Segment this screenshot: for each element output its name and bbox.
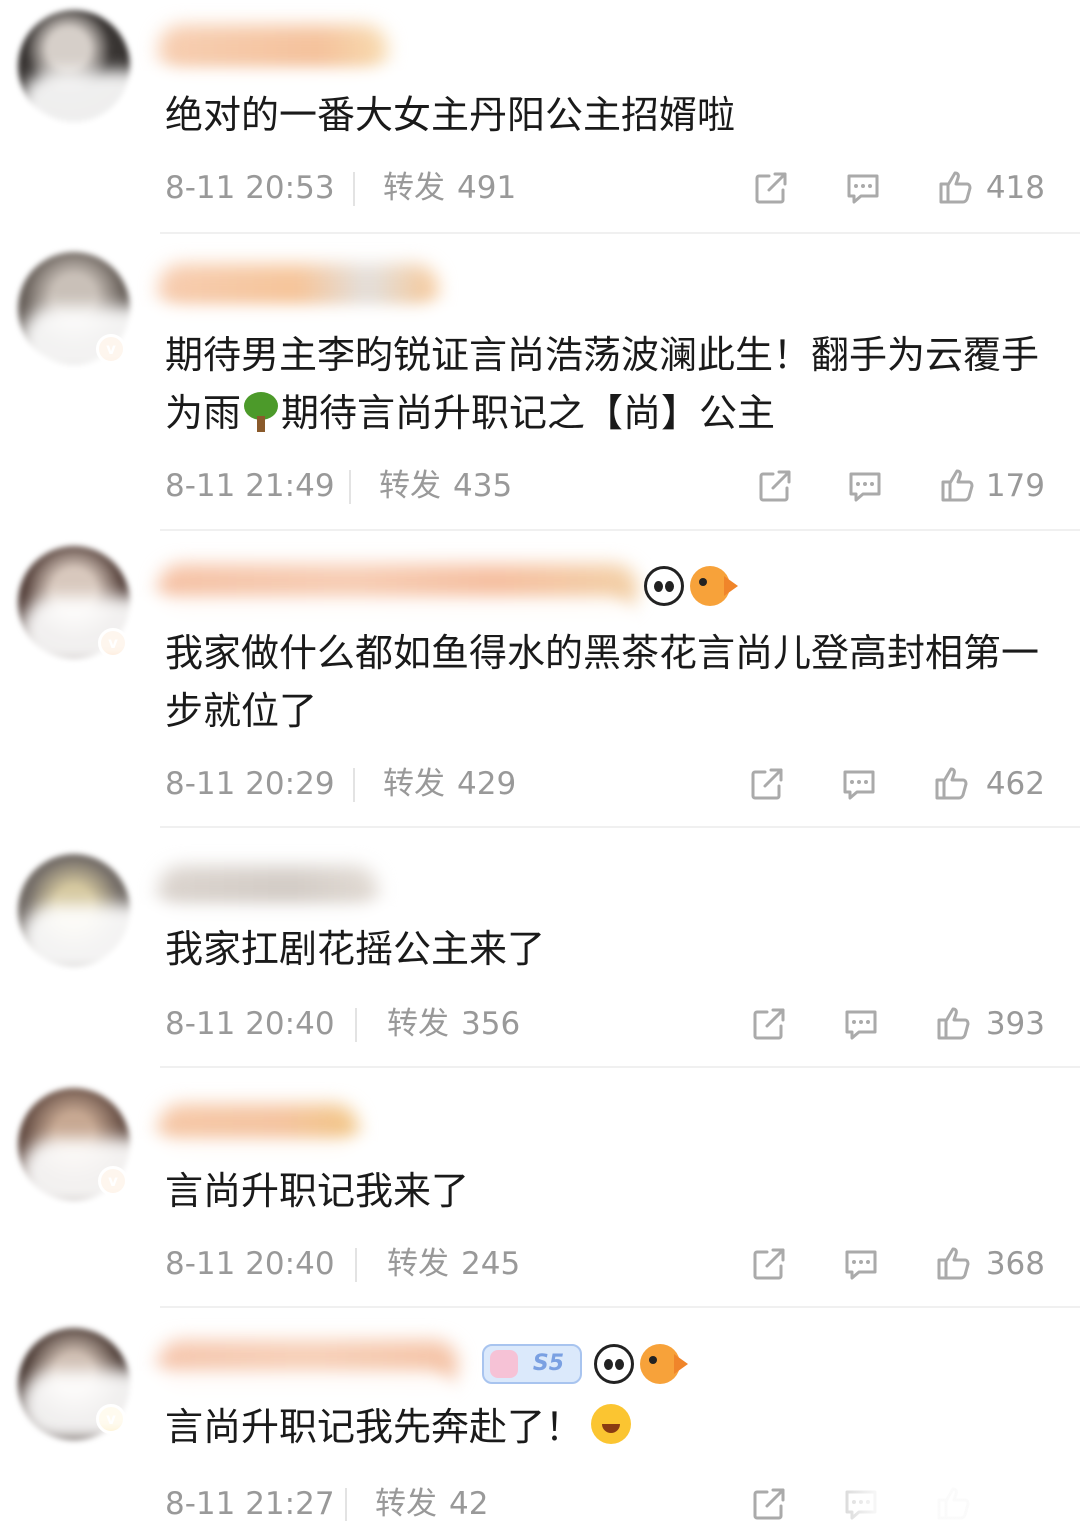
comment-meta: 8-11 20:53 转发 491 418 [165,166,1045,210]
repost-number: 435 [453,468,513,504]
comment-icon[interactable] [841,1004,881,1044]
divider [353,768,355,802]
separator [160,1066,1080,1068]
comment-time: 8-11 20:40 [165,1246,335,1282]
comment-text: 绝对的一番大女主丹阳公主招婿啦 [165,93,736,137]
comment-icon[interactable] [839,764,879,804]
divider [353,172,355,206]
bottom-fade [790,1478,1080,1521]
like-count: 179 [985,468,1045,504]
like-count: 462 [985,766,1045,802]
separator [160,529,1080,531]
share-icon[interactable] [747,764,787,804]
comment-time: 8-11 20:53 [165,170,335,206]
fish-emoji-icon [640,1344,688,1384]
comment-icon[interactable] [845,466,885,506]
like-count: 418 [985,170,1045,206]
comment-text: 言尚升职记我来了 [165,1169,470,1213]
thumbs-up-icon[interactable] [933,1004,973,1044]
divider [355,1008,357,1042]
thumbs-up-icon[interactable] [937,466,977,506]
share-icon[interactable] [755,466,795,506]
username-blurred[interactable] [158,25,388,73]
share-icon[interactable] [751,168,791,208]
repost-number: 491 [457,170,517,206]
comment-text: 我家扛剧花摇公主来了 [165,927,546,971]
comment-meta: 8-11 20:40 转发 356 393 [165,1002,1045,1046]
repost-count[interactable]: 转发 245 [387,1242,520,1286]
member-level-badge: S5 [482,1344,582,1384]
repost-label: 转发 [383,170,445,206]
like-count: 368 [985,1246,1045,1282]
panda-emoji-icon [594,1344,634,1384]
repost-label: 转发 [387,1006,449,1042]
panda-emoji-icon [644,566,684,606]
comment-time: 8-11 21:49 [165,468,335,504]
repost-number: 245 [461,1246,521,1282]
repost-number: 42 [449,1486,489,1521]
share-icon[interactable] [749,1004,789,1044]
comment-time: 8-11 20:40 [165,1006,335,1042]
share-icon[interactable] [749,1484,789,1521]
comment-text: 言尚升职记我先奔赴了！ [165,1398,1045,1456]
share-icon[interactable] [749,1244,789,1284]
comment-icon[interactable] [841,1244,881,1284]
divider [345,1488,347,1521]
like-count: 393 [985,1006,1045,1042]
repost-count[interactable]: 转发 356 [387,1002,520,1046]
comment-meta: 8-11 21:49 转发 435 179 [165,464,1045,508]
separator [160,232,1080,234]
tree-emoji-icon [241,392,281,432]
comment-text-main: 言尚升职记我先奔赴了！ [165,1405,584,1449]
comment-icon[interactable] [843,168,883,208]
separator [160,826,1080,828]
divider [349,470,351,504]
username-blurred[interactable] [158,264,438,312]
repost-number: 356 [461,1006,521,1042]
repost-label: 转发 [387,1246,449,1282]
thumbs-up-icon[interactable] [935,168,975,208]
repost-label: 转发 [379,468,441,504]
comment-text-tail: 期待言尚升职记之【尚】公主 [281,391,776,435]
separator [160,1306,1080,1308]
comment-time: 8-11 20:29 [165,766,335,802]
repost-number: 429 [457,766,517,802]
repost-count[interactable]: 转发 429 [383,762,516,806]
repost-label: 转发 [383,766,445,802]
comment-text: 我家做什么都如鱼得水的黑茶花言尚儿登高封相第一步就位了 [165,631,1040,733]
comment-meta: 8-11 20:29 转发 429 462 [165,762,1045,806]
comment-text: 期待男主李昀锐证言尚浩荡波澜此生！翻手为云覆手为雨 期待言尚升职记之【尚】公主 [165,326,1045,442]
comment-feed: 绝对的一番大女主丹阳公主招婿啦 8-11 20:53 转发491 418 v [0,0,1080,1521]
thumbs-up-icon[interactable] [933,1244,973,1284]
fish-emoji-icon [690,566,738,606]
repost-label: 转发 [375,1486,437,1521]
repost-count[interactable]: 转发 435 [379,464,512,508]
thumbs-up-icon[interactable] [931,764,971,804]
repost-count[interactable]: 转发 491 [383,166,516,210]
repost-count[interactable]: 转发 42 [375,1482,488,1521]
comment-meta: 8-11 20:40 转发 245 368 [165,1242,1045,1286]
divider [355,1248,357,1282]
grin-emoji-icon [591,1404,632,1444]
comment-time: 8-11 21:27 [165,1486,335,1521]
